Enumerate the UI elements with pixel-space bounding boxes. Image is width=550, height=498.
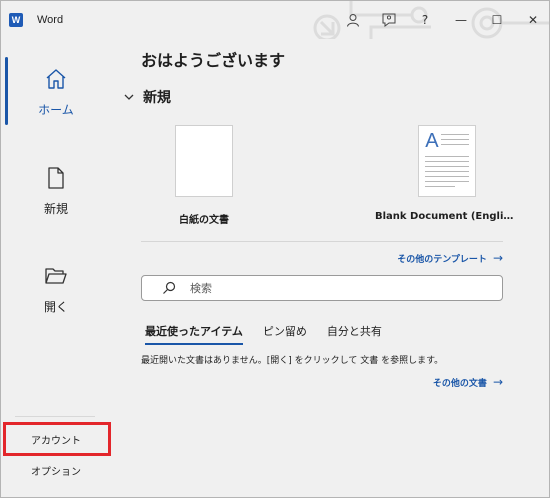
word-window: W Word ホーム 新規 開く アカウント オプション ? — ☐ ✕ おはよ… [0, 0, 550, 498]
window-controls: ? — ☐ ✕ [335, 1, 549, 39]
search-icon [163, 281, 176, 294]
maximize-button[interactable]: ☐ [479, 1, 515, 39]
arrow-right-icon: → [492, 375, 503, 389]
sidebar-item-home[interactable]: ホーム [1, 63, 111, 133]
sidebar-item-open[interactable]: 開く [1, 260, 111, 330]
person-icon [347, 14, 359, 27]
sidebar-item-label: ホーム [38, 103, 74, 117]
tab-shared[interactable]: 自分と共有 [327, 323, 382, 345]
title-bar: ? — ☐ ✕ [111, 1, 549, 39]
divider [141, 241, 503, 242]
app-title: Word [37, 14, 64, 26]
letter-a-icon: A [425, 130, 439, 152]
sidebar-item-label: 開く [43, 300, 68, 314]
sidebar-divider [15, 416, 95, 417]
tab-pinned[interactable]: ピン留め [263, 323, 307, 345]
blank-thumbnail [175, 125, 233, 197]
account-button[interactable] [335, 1, 371, 39]
main-content: おはようございます 新規 白紙の文書 A Blank Document (Eng… [111, 39, 549, 497]
template-label: 白紙の文書 [179, 215, 229, 226]
more-templates-link[interactable]: その他のテンプレート → [397, 251, 503, 265]
sidebar-item-label: 新規 [43, 202, 68, 216]
new-document-icon [44, 166, 68, 190]
word-logo-icon: W [9, 13, 23, 27]
search-box[interactable] [141, 275, 503, 301]
chevron-down-icon [124, 94, 134, 100]
search-input[interactable] [190, 281, 490, 295]
help-button[interactable]: ? [407, 1, 443, 39]
new-section-toggle[interactable]: 新規 [123, 87, 171, 107]
more-documents-link[interactable]: その他の文書 → [433, 375, 503, 389]
open-folder-icon [44, 264, 68, 288]
feedback-button[interactable] [371, 1, 407, 39]
sidebar-item-new[interactable]: 新規 [1, 162, 111, 232]
section-title: 新規 [143, 90, 171, 106]
highlight-box [3, 422, 111, 456]
app-title-area: W Word [9, 10, 63, 30]
empty-recent-message: 最近開いた文書はありません。[開く] をクリックして 文書 を参照します。 [141, 356, 444, 366]
arrow-right-icon: → [492, 251, 503, 265]
letter-thumbnail: A [418, 125, 477, 197]
sidebar: W Word ホーム 新規 開く アカウント オプション [1, 1, 111, 497]
more-templates-label: その他のテンプレート [397, 254, 487, 265]
page-title: おはようございます [141, 51, 286, 70]
template-label: Blank Document (Engli… [375, 211, 514, 222]
template-blank-document[interactable]: 白紙の文書 [175, 125, 233, 226]
home-icon [44, 67, 68, 91]
sidebar-item-options[interactable]: オプション [1, 453, 111, 487]
minimize-button[interactable]: — [443, 1, 479, 39]
tab-recent[interactable]: 最近使ったアイテム [145, 323, 243, 345]
feedback-icon [382, 13, 396, 27]
document-tabs: 最近使ったアイテム ピン留め 自分と共有 [145, 323, 402, 345]
more-documents-label: その他の文書 [432, 378, 487, 389]
close-button[interactable]: ✕ [515, 1, 549, 39]
template-blank-document-english[interactable]: A Blank Document (Engli… [375, 125, 513, 222]
